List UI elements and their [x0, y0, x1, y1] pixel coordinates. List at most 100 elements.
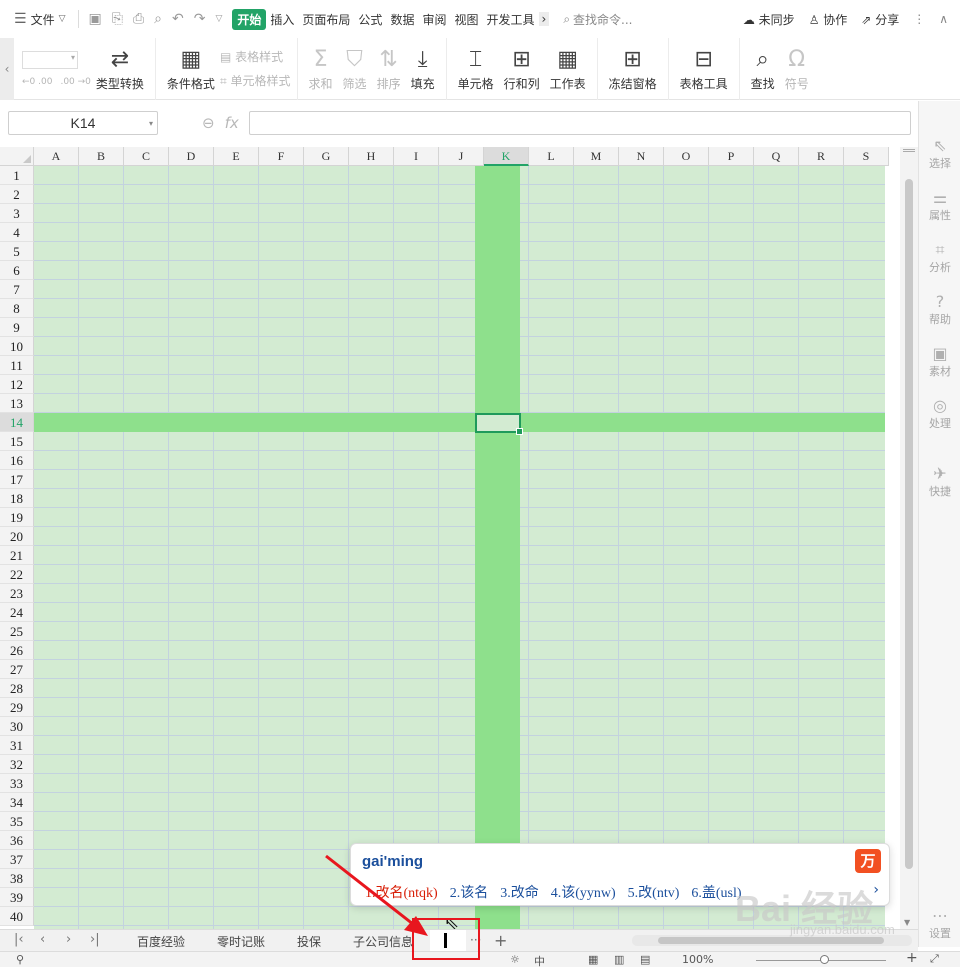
row-header[interactable]: 25 [0, 622, 34, 641]
eye-protection-icon[interactable]: ☼ [510, 953, 520, 966]
row-header[interactable]: 15 [0, 432, 34, 451]
table-style-button[interactable]: ▤ 表格样式 [220, 45, 291, 69]
column-header[interactable]: K [484, 147, 529, 166]
ime-candidate[interactable]: 2.该名 [450, 882, 489, 902]
row-header[interactable]: 22 [0, 565, 34, 584]
tab-start[interactable]: 开始 [232, 8, 267, 30]
redo-icon[interactable]: ↷ [194, 11, 206, 27]
tab-insert[interactable]: 插入 [266, 11, 298, 28]
find-button[interactable]: ⌕ 查找 [751, 47, 775, 92]
row-header[interactable]: 6 [0, 261, 34, 280]
formula-input[interactable] [248, 111, 911, 135]
collab-button[interactable]: ♙ 协作 [809, 11, 848, 28]
cells-area[interactable] [34, 166, 885, 929]
scroll-down-icon[interactable]: ▼ [904, 918, 910, 927]
column-header[interactable]: Q [754, 147, 799, 166]
worksheet-button[interactable]: ▦ 工作表 [550, 47, 586, 92]
vertical-scroll-thumb[interactable] [905, 179, 913, 869]
ime-candidate[interactable]: 5.改(ntv) [628, 882, 680, 902]
row-header[interactable]: 24 [0, 603, 34, 622]
column-header[interactable]: L [529, 147, 574, 166]
row-header[interactable]: 21 [0, 546, 34, 565]
cell-button[interactable]: ⌶ 单元格 [458, 47, 494, 92]
row-header[interactable]: 23 [0, 584, 34, 603]
zoom-level[interactable]: 100% [682, 953, 713, 966]
row-col-button[interactable]: ⊞ 行和列 [504, 47, 540, 92]
row-header[interactable]: 1 [0, 166, 34, 185]
freeze-button[interactable]: ⊞ 冻结窗格 [609, 47, 657, 92]
row-header[interactable]: 17 [0, 470, 34, 489]
column-header[interactable]: M [574, 147, 619, 166]
collapse-ribbon-icon[interactable]: ∧ [939, 12, 948, 26]
row-header[interactable]: 29 [0, 698, 34, 717]
number-format-select[interactable]: ▾ [22, 51, 78, 69]
sheet-tab[interactable]: 百度经验 [137, 933, 185, 950]
macro-record-icon[interactable]: ⚲ [16, 953, 24, 966]
active-cell[interactable] [475, 413, 523, 435]
column-header[interactable]: I [394, 147, 439, 166]
undo-icon[interactable]: ↶ [172, 11, 184, 27]
column-header[interactable]: R [799, 147, 844, 166]
row-header[interactable]: 34 [0, 793, 34, 812]
panel-shortcut[interactable]: ✈ 快捷 [919, 465, 960, 499]
row-header[interactable]: 19 [0, 508, 34, 527]
row-header[interactable]: 10 [0, 337, 34, 356]
sheet-tab[interactable]: 投保 [297, 933, 321, 950]
column-header[interactable]: C [124, 147, 169, 166]
column-header[interactable]: G [304, 147, 349, 166]
input-mode-icon[interactable]: 中 [534, 953, 545, 967]
column-header[interactable]: B [79, 147, 124, 166]
zoom-in-icon[interactable]: + [906, 950, 918, 966]
column-header[interactable]: O [664, 147, 709, 166]
tab-page-layout[interactable]: 页面布局 [298, 11, 354, 28]
save-icon[interactable]: ▣ [89, 11, 102, 27]
ime-next-page-icon[interactable]: › [873, 882, 879, 898]
panel-select[interactable]: ⇖ 选择 [919, 137, 960, 171]
tab-view[interactable]: 视图 [450, 11, 482, 28]
prev-sheet-icon[interactable]: ‹ [40, 932, 45, 947]
panel-analysis[interactable]: ⌗ 分析 [919, 241, 960, 275]
table-tools-button[interactable]: ⊟ 表格工具 [680, 47, 728, 92]
row-header[interactable]: 36 [0, 831, 34, 850]
name-box[interactable]: K14 ▾ [8, 111, 158, 135]
sheet-tab[interactable]: 子公司信息 [353, 933, 413, 950]
filter-button[interactable]: ⛉ 筛选 [343, 47, 367, 92]
more-tabs-icon[interactable]: › [538, 12, 550, 26]
column-header[interactable]: D [169, 147, 214, 166]
first-sheet-icon[interactable]: |‹ [14, 932, 24, 947]
type-convert-button[interactable]: ⇄ 类型转换 [96, 47, 144, 92]
tab-review[interactable]: 审阅 [418, 11, 450, 28]
tab-developer[interactable]: 开发工具 [482, 11, 538, 28]
row-header[interactable]: 28 [0, 679, 34, 698]
increase-decimal-button[interactable]: ←0 .00 [22, 77, 52, 87]
row-header[interactable]: 37 [0, 850, 34, 869]
column-header[interactable]: J [439, 147, 484, 166]
panel-help[interactable]: ? 帮助 [919, 293, 960, 327]
more-options-icon[interactable]: ⋮ [913, 12, 925, 26]
worksheet-grid[interactable]: ABCDEFGHIJKLMNOPQRS 1 2 3 4 5 6 7 8 9 10 11 12 13 14 1… [0, 147, 900, 929]
sheet-tab[interactable]: 零时记账 [217, 933, 265, 950]
add-sheet-button[interactable]: + [494, 931, 507, 950]
row-header[interactable]: 12 [0, 375, 34, 394]
row-header[interactable]: 3 [0, 204, 34, 223]
split-handle[interactable] [903, 149, 915, 152]
row-header[interactable]: 35 [0, 812, 34, 831]
fx-icon[interactable]: fx [225, 114, 239, 132]
row-header[interactable]: 16 [0, 451, 34, 470]
column-header[interactable]: P [709, 147, 754, 166]
panel-process[interactable]: ◎ 处理 [919, 397, 960, 431]
preview-icon[interactable]: ⌕ [154, 11, 162, 27]
export-icon[interactable]: ⎘ [112, 11, 123, 27]
row-header[interactable]: 27 [0, 660, 34, 679]
column-header[interactable]: H [349, 147, 394, 166]
column-header[interactable]: F [259, 147, 304, 166]
row-header[interactable]: 14 [0, 413, 34, 432]
ime-candidate[interactable]: 3.改命 [500, 882, 539, 902]
zoom-formula-icon[interactable]: ⊖ [202, 114, 215, 132]
sum-button[interactable]: Σ 求和 [309, 47, 333, 92]
row-header[interactable]: 26 [0, 641, 34, 660]
row-header[interactable]: 32 [0, 755, 34, 774]
row-header[interactable]: 13 [0, 394, 34, 413]
panel-properties[interactable]: ⚌ 属性 [919, 189, 960, 223]
row-header[interactable]: 9 [0, 318, 34, 337]
